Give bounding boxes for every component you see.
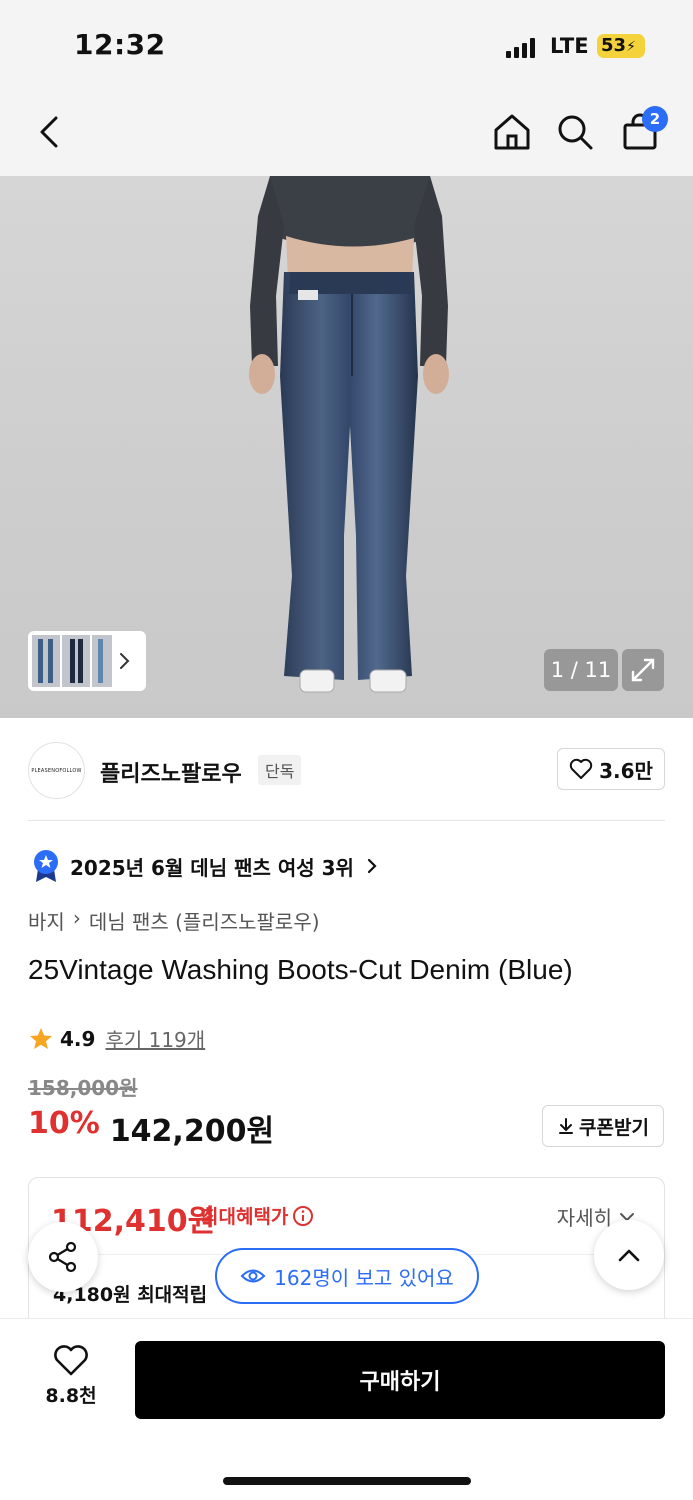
back-button[interactable] (22, 104, 78, 160)
scroll-top-button[interactable] (594, 1220, 664, 1290)
image-counter: 1 / 11 (544, 649, 618, 691)
breadcrumb: 바지 › 데님 팬츠 (플리즈노팔로우) (28, 906, 320, 935)
bottom-action-bar: 8.8천 구매하기 (0, 1318, 693, 1500)
brand-name[interactable]: 플리즈노팔로우 (100, 756, 242, 788)
price-row: 10% 142,200원 (28, 1106, 274, 1150)
thumbnail-image[interactable] (32, 635, 60, 687)
cart-badge: 2 (642, 106, 668, 132)
product-title: 25Vintage Washing Boots-Cut Denim (Blue) (28, 954, 573, 985)
discount-rate: 10% (28, 1106, 100, 1141)
viewers-indicator: 162명이 보고 있어요 (215, 1248, 479, 1304)
rating-row: 4.9 후기 119개 (28, 1024, 205, 1053)
share-button[interactable] (28, 1222, 98, 1292)
coupon-button[interactable]: 쿠폰받기 (542, 1105, 664, 1147)
coupon-label: 쿠폰받기 (579, 1116, 649, 1139)
brand-like-button[interactable]: 3.6만 (557, 748, 665, 790)
thumbnail-image[interactable] (92, 635, 112, 687)
eye-icon (240, 1269, 266, 1283)
expand-icon (631, 658, 655, 682)
home-indicator (223, 1477, 471, 1485)
heart-icon (54, 1345, 88, 1376)
home-icon (494, 114, 530, 150)
info-icon[interactable] (292, 1205, 314, 1227)
chevron-up-icon (618, 1249, 640, 1262)
chevron-left-icon (40, 116, 58, 148)
signal-icon (506, 38, 536, 58)
download-icon (559, 1118, 574, 1134)
wishlist-count: 8.8천 (45, 1385, 97, 1407)
battery-level: 53 (601, 35, 627, 56)
chevron-right-icon (367, 858, 377, 874)
thumbnail-image[interactable] (62, 635, 90, 687)
chevron-right-icon: › (72, 906, 81, 930)
network-type: LTE (550, 34, 589, 58)
original-price: 158,000원 (28, 1076, 138, 1100)
rating-score: 4.9 (60, 1026, 96, 1051)
star-icon (30, 1027, 52, 1049)
search-button[interactable] (547, 104, 603, 160)
brand-logo[interactable]: PLEASENOFOLLOW (28, 742, 85, 799)
brand-row: PLEASENOFOLLOW 플리즈노팔로우 단독 3.6만 (28, 740, 665, 800)
breadcrumb-category[interactable]: 바지 (28, 906, 65, 935)
ranking-text: 2025년 6월 데님 팬츠 여성 3위 (70, 855, 354, 880)
home-button[interactable] (484, 104, 540, 160)
max-benefit-label: 최대혜택가 (201, 1202, 314, 1229)
exclusive-badge: 단독 (258, 755, 302, 785)
ranking-badge-icon (34, 850, 58, 882)
status-bar: 12:32 LTE 53⚡ (0, 0, 693, 92)
cart-button[interactable]: 2 (612, 104, 668, 160)
review-link[interactable]: 후기 119개 (105, 1024, 205, 1053)
product-image-gallery[interactable]: 1 / 11 (0, 176, 693, 718)
brand-like-count: 3.6만 (599, 758, 653, 783)
expand-button[interactable] (622, 649, 664, 691)
ranking-link[interactable]: 2025년 6월 데님 팬츠 여성 3위 (32, 848, 380, 884)
thumbnail-strip[interactable] (28, 631, 146, 691)
heart-icon (569, 758, 593, 779)
viewers-text: 162명이 보고 있어요 (274, 1265, 454, 1290)
battery-icon: 53⚡ (597, 34, 645, 58)
wishlist-button[interactable]: 8.8천 (36, 1345, 106, 1408)
status-time: 12:32 (74, 28, 166, 61)
top-nav: 2 (0, 92, 693, 176)
divider (28, 820, 665, 821)
buy-button[interactable]: 구매하기 (135, 1341, 665, 1419)
sale-price: 142,200원 (109, 1114, 275, 1149)
share-icon (48, 1241, 77, 1273)
search-icon (558, 115, 593, 150)
chevron-right-icon (120, 653, 130, 669)
breadcrumb-subcategory[interactable]: 데님 팬츠 (플리즈노팔로우) (89, 906, 320, 935)
